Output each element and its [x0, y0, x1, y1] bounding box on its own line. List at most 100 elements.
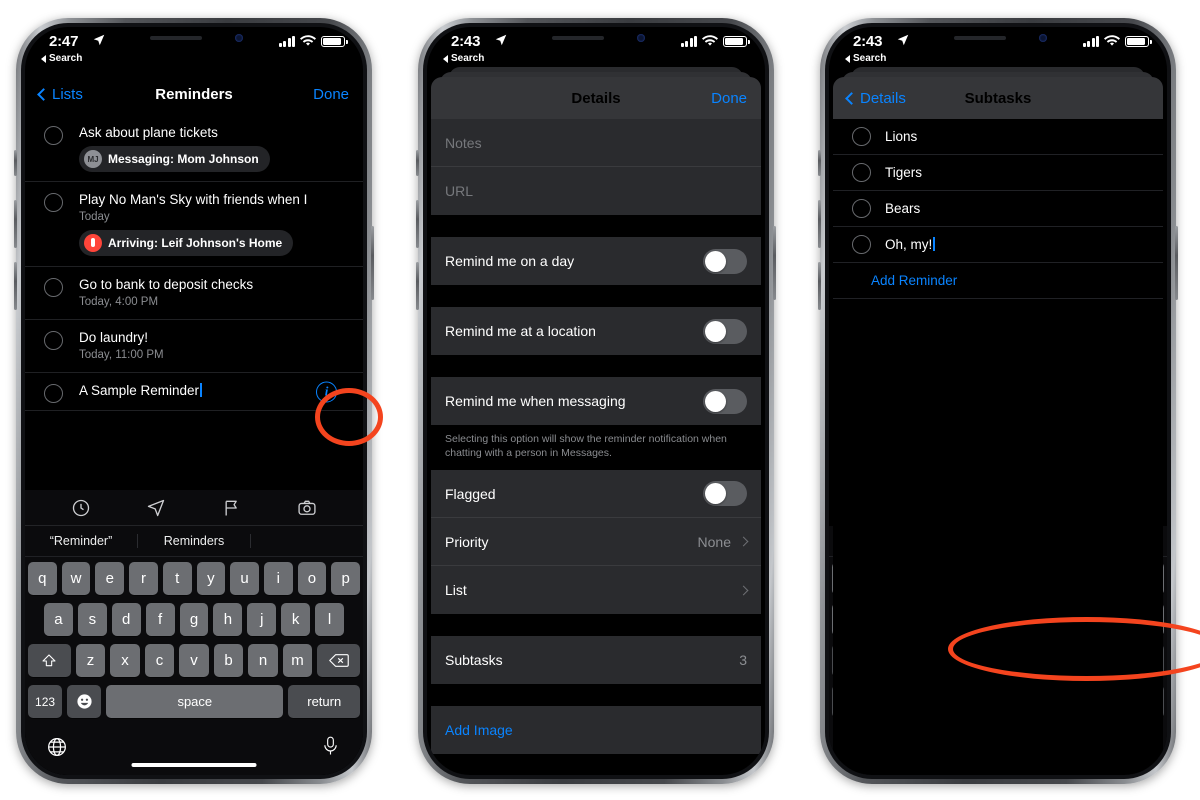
- complete-circle-icon[interactable]: [44, 384, 63, 403]
- priority-row[interactable]: Priority None: [431, 518, 761, 566]
- key-h[interactable]: h: [213, 603, 243, 636]
- key-i[interactable]: i: [263, 562, 293, 595]
- key-d[interactable]: d: [111, 603, 141, 636]
- camera-icon[interactable]: [297, 498, 317, 518]
- done-button[interactable]: Done: [313, 86, 349, 103]
- key-p[interactable]: p: [331, 562, 361, 595]
- subtask-title-input[interactable]: Oh, my!: [885, 237, 935, 252]
- power-button[interactable]: [371, 226, 374, 300]
- add-reminder-button[interactable]: Add Reminder: [833, 263, 1163, 299]
- key-c[interactable]: c: [144, 644, 175, 677]
- list-row[interactable]: List: [431, 566, 761, 614]
- notes-field[interactable]: Notes: [431, 119, 761, 167]
- key-a[interactable]: a: [44, 603, 73, 636]
- shift-icon[interactable]: [27, 644, 71, 677]
- key-o[interactable]: o: [297, 562, 327, 595]
- numeric-mode-key[interactable]: 123: [28, 685, 63, 718]
- list-item-editing[interactable]: Oh, my!: [833, 227, 1163, 263]
- key-f[interactable]: f: [145, 603, 175, 636]
- remind-when-messaging-row[interactable]: Remind me when messaging: [431, 377, 761, 425]
- remind-at-location-row[interactable]: Remind me at a location: [431, 307, 761, 355]
- back-to-lists-button[interactable]: Lists: [37, 86, 83, 103]
- list-item[interactable]: Tigers: [833, 155, 1163, 191]
- key-n[interactable]: n: [248, 644, 278, 677]
- table-row-editing[interactable]: A Sample Reminder i: [25, 373, 363, 411]
- table-row[interactable]: Do laundry! Today, 11:00 PM: [25, 320, 363, 373]
- remind-at-location-toggle[interactable]: [703, 318, 747, 344]
- done-button[interactable]: Done: [711, 90, 747, 107]
- complete-circle-icon[interactable]: [44, 193, 63, 212]
- mute-switch[interactable]: [416, 150, 419, 176]
- key-w[interactable]: w: [61, 562, 91, 595]
- chevron-right-icon: [738, 536, 749, 547]
- key-e[interactable]: e: [95, 562, 125, 595]
- key-v[interactable]: v: [179, 644, 209, 677]
- key-j[interactable]: j: [247, 603, 277, 636]
- key-b[interactable]: b: [213, 644, 244, 677]
- table-row[interactable]: Ask about plane tickets MJ Messaging: Mo…: [25, 115, 363, 182]
- mute-switch[interactable]: [818, 150, 821, 176]
- key-r[interactable]: r: [129, 562, 158, 595]
- status-back-to-app[interactable]: Search: [845, 53, 886, 64]
- key-y[interactable]: y: [196, 562, 226, 595]
- location-arrow-icon[interactable]: [146, 498, 166, 518]
- remind-on-day-toggle[interactable]: [703, 248, 747, 274]
- list-item[interactable]: Lions: [833, 119, 1163, 155]
- emoji-icon[interactable]: [67, 685, 102, 718]
- key-m[interactable]: m: [282, 644, 313, 677]
- key-t[interactable]: t: [162, 562, 192, 595]
- info-button[interactable]: i: [316, 381, 337, 402]
- key-l[interactable]: l: [315, 603, 345, 636]
- complete-circle-icon[interactable]: [852, 127, 871, 146]
- globe-icon[interactable]: [47, 737, 67, 757]
- complete-circle-icon[interactable]: [44, 126, 63, 145]
- flag-icon[interactable]: [222, 498, 242, 518]
- backspace-icon[interactable]: [317, 644, 361, 677]
- return-key[interactable]: return: [288, 685, 361, 718]
- back-to-details-button[interactable]: Details: [845, 90, 906, 107]
- reminder-badge-messaging[interactable]: MJ Messaging: Mom Johnson: [79, 146, 270, 172]
- volume-up-button[interactable]: [818, 200, 821, 248]
- complete-circle-icon[interactable]: [852, 163, 871, 182]
- home-indicator[interactable]: [131, 762, 257, 767]
- complete-circle-icon[interactable]: [852, 199, 871, 218]
- space-key[interactable]: space: [106, 685, 284, 718]
- volume-down-button[interactable]: [818, 262, 821, 310]
- volume-up-button[interactable]: [416, 200, 419, 248]
- volume-down-button[interactable]: [14, 262, 17, 310]
- list-item[interactable]: Bears: [833, 191, 1163, 227]
- power-button[interactable]: [1175, 226, 1178, 300]
- complete-circle-icon[interactable]: [44, 278, 63, 297]
- table-row[interactable]: Go to bank to deposit checks Today, 4:00…: [25, 267, 363, 320]
- status-back-to-app[interactable]: Search: [41, 53, 82, 64]
- flagged-toggle[interactable]: [703, 481, 747, 506]
- status-back-to-app[interactable]: Search: [443, 53, 484, 64]
- reminder-title-input[interactable]: A Sample Reminder: [79, 382, 349, 399]
- complete-circle-icon[interactable]: [44, 331, 63, 350]
- key-z[interactable]: z: [75, 644, 106, 677]
- key-q[interactable]: q: [27, 562, 57, 595]
- table-row[interactable]: Play No Man's Sky with friends when I To…: [25, 182, 363, 267]
- url-field[interactable]: URL: [431, 167, 761, 215]
- mute-switch[interactable]: [14, 150, 17, 176]
- remind-on-day-row[interactable]: Remind me on a day: [431, 237, 761, 285]
- clock-icon[interactable]: [71, 498, 91, 518]
- add-image-row[interactable]: Add Image: [431, 706, 761, 754]
- subtasks-row[interactable]: Subtasks 3: [431, 636, 761, 684]
- key-g[interactable]: g: [179, 603, 209, 636]
- complete-circle-icon[interactable]: [852, 235, 871, 254]
- volume-up-button[interactable]: [14, 200, 17, 248]
- prediction-1[interactable]: Reminders: [138, 534, 251, 548]
- flagged-row[interactable]: Flagged: [431, 470, 761, 518]
- key-u[interactable]: u: [230, 562, 259, 595]
- subtasks-count: 3: [739, 652, 747, 668]
- key-s[interactable]: s: [77, 603, 107, 636]
- microphone-icon[interactable]: [322, 735, 339, 757]
- key-k[interactable]: k: [281, 603, 311, 636]
- power-button[interactable]: [773, 226, 776, 300]
- reminder-badge-location[interactable]: Arriving: Leif Johnson's Home: [79, 230, 294, 256]
- prediction-0[interactable]: “Reminder”: [25, 534, 138, 548]
- volume-down-button[interactable]: [416, 262, 419, 310]
- remind-when-messaging-toggle[interactable]: [703, 388, 747, 414]
- key-x[interactable]: x: [110, 644, 140, 677]
